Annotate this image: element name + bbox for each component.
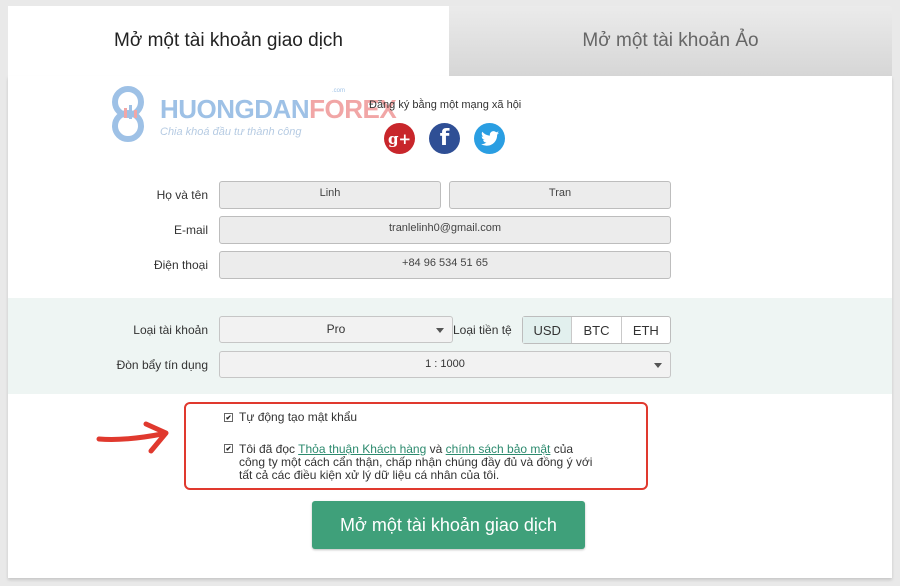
logo-mark-icon <box>112 86 144 142</box>
currency-eth-button[interactable]: ETH <box>622 317 670 343</box>
logo-tagline: Chia khoá đầu tư thành công <box>160 126 302 138</box>
leverage-label: Đòn bẩy tín dụng <box>116 358 208 372</box>
currency-label: Loại tiền tệ <box>453 323 512 337</box>
leverage-select[interactable]: 1 : 1000 <box>219 351 671 378</box>
phone-field[interactable]: +84 96 534 51 65 <box>219 251 671 279</box>
email-label: E-mail <box>173 223 208 237</box>
name-label: Họ và tên <box>156 188 208 202</box>
auto-password-checkbox[interactable] <box>224 413 233 422</box>
google-plus-icon[interactable]: g+ <box>384 123 415 154</box>
logo-wordmark: HUONGDANFOREX <box>160 94 397 124</box>
currency-btc-button[interactable]: BTC <box>572 317 622 343</box>
agree-terms-checkbox[interactable] <box>224 444 233 453</box>
open-trading-account-button[interactable]: Mở một tài khoản giao dịch <box>312 501 585 549</box>
twitter-icon[interactable] <box>474 123 505 154</box>
submit-label: Mở một tài khoản giao dịch <box>340 514 557 535</box>
tab-trading-account[interactable]: Mở một tài khoản giao dịch <box>8 6 449 76</box>
account-options-section <box>8 298 892 394</box>
chevron-down-icon <box>436 328 444 333</box>
tab-demo-account[interactable]: Mở một tài khoản Ảo <box>449 6 892 76</box>
logo-com: .com <box>332 88 346 94</box>
leverage-value: 1 : 1000 <box>425 358 465 370</box>
agree-terms-label: Tôi đã đọc Thỏa thuận Khách hàng và chín… <box>239 442 593 482</box>
twitter-bird-icon <box>480 131 499 146</box>
red-arrow-annotation <box>96 421 169 454</box>
chevron-down-icon <box>654 363 662 368</box>
last-name-field[interactable]: Tran <box>449 181 671 209</box>
privacy-policy-link[interactable]: chính sách bảo mật <box>446 442 551 456</box>
tab-demo-account-label: Mở một tài khoản Ảo <box>582 30 759 51</box>
auto-password-label: Tự động tạo mật khẩu <box>239 410 358 424</box>
account-type-value: Pro <box>326 322 346 336</box>
currency-toggle-group: USD BTC ETH <box>522 316 671 344</box>
social-signup-label: Đăng ký bằng một mạng xã hội <box>369 99 522 111</box>
facebook-icon[interactable]: f <box>429 123 460 154</box>
phone-label: Điện thoại <box>153 258 208 272</box>
account-type-select[interactable]: Pro <box>219 316 453 343</box>
first-name-field[interactable]: Linh <box>219 181 441 209</box>
huongdanforex-logo: HUONGDANFOREX .com Chia khoá đầu tư thàn… <box>112 86 397 146</box>
account-type-label: Loại tài khoản <box>133 323 208 337</box>
tab-trading-account-label: Mở một tài khoản giao dịch <box>114 30 343 51</box>
currency-usd-button[interactable]: USD <box>523 317 573 343</box>
client-agreement-link[interactable]: Thỏa thuận Khách hàng <box>298 442 426 456</box>
email-field[interactable]: tranlelinh0@gmail.com <box>219 216 671 244</box>
